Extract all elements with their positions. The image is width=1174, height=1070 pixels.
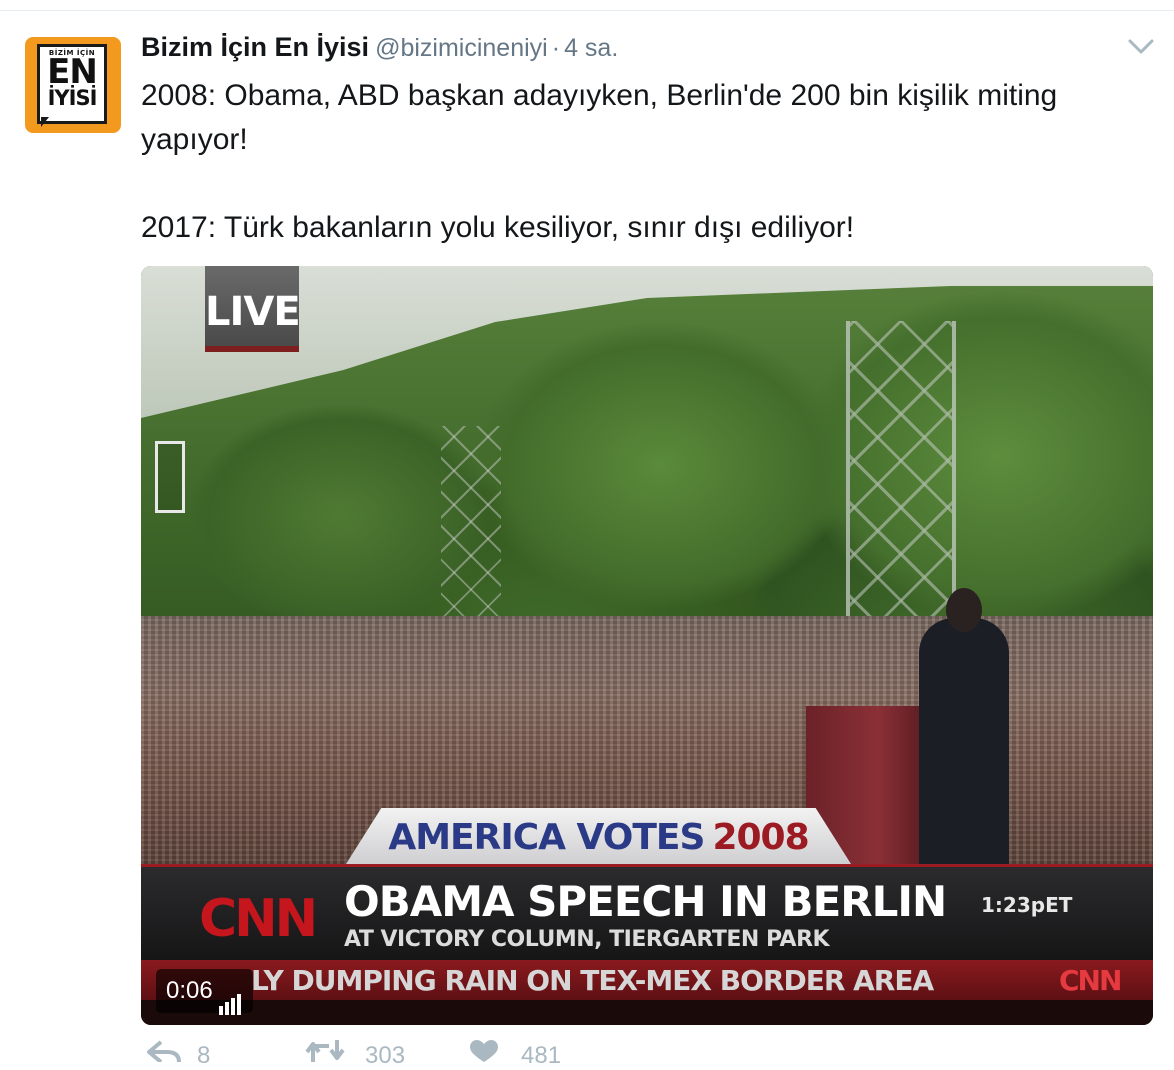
banner-text: AMERICA VOTES	[388, 817, 705, 858]
like-button[interactable]	[469, 1040, 499, 1062]
video-speaker-head	[946, 588, 982, 632]
tweet-text-line: 2017: Türk bakanların yolu kesiliyor, sı…	[141, 211, 855, 244]
tweet-header: Bizim İçin En İyisi @bizimicineniyi · 4 sa.	[141, 32, 618, 68]
video-bottom-band	[141, 1000, 1153, 1025]
heart-icon	[470, 1040, 498, 1062]
tweet-text-line: 2008: Obama, ABD başkan adayıyken, Berli…	[141, 79, 1058, 156]
header-separator: ·	[551, 34, 561, 62]
avatar-logo: BİZİM İÇİN EN İYİSİ	[37, 44, 107, 124]
reply-count: 8	[197, 1042, 211, 1069]
reply-icon	[147, 1040, 181, 1062]
user-name[interactable]: Bizim İçin En İyisi	[141, 32, 369, 62]
top-divider	[0, 10, 1174, 11]
retweet-count: 303	[365, 1042, 406, 1069]
video-scaffold-tower	[846, 321, 956, 641]
america-votes-banner: AMERICA VOTES 2008	[346, 808, 851, 864]
tweet-text: 2008: Obama, ABD başkan adayıyken, Berli…	[141, 74, 1151, 250]
cnn-logo: CNN	[199, 889, 318, 949]
avatar-logo-big-text: EN	[47, 52, 98, 92]
video-timer-text: 0:06	[166, 977, 213, 1004]
user-handle[interactable]: @bizimicineniyi	[375, 34, 548, 62]
avatar-speech-tail	[41, 117, 49, 127]
news-ticker: LY DUMPING RAIN ON TEX-MEX BORDER AREA C…	[141, 960, 1153, 1000]
ticker-cnn-logo: CNN	[1059, 964, 1122, 997]
video-player[interactable]: LIVE AMERICA VOTES 2008 CNN OBAMA SPEECH …	[141, 266, 1153, 1025]
tweet-actions: 8 303 481	[141, 1040, 641, 1069]
news-lower-third: CNN OBAMA SPEECH IN BERLIN AT VICTORY CO…	[141, 864, 1153, 963]
avatar[interactable]: BİZİM İÇİN EN İYİSİ	[25, 37, 121, 133]
retweet-button[interactable]	[305, 1040, 345, 1062]
news-clock: 1:23pET	[981, 893, 1073, 917]
retweet-icon	[305, 1040, 345, 1062]
chevron-down-icon[interactable]	[1128, 38, 1154, 56]
live-badge: LIVE	[205, 266, 301, 352]
news-headline: OBAMA SPEECH IN BERLIN	[344, 877, 947, 926]
video-timer: 0:06	[156, 969, 253, 1015]
reply-button[interactable]	[147, 1040, 181, 1062]
banner-year: 2008	[712, 817, 809, 858]
like-count: 481	[521, 1042, 562, 1069]
video-scaffold-left	[441, 426, 501, 626]
news-subheadline: AT VICTORY COLUMN, TIERGARTEN PARK	[344, 927, 830, 952]
video-speaker	[919, 618, 1009, 878]
ticker-text: LY DUMPING RAIN ON TEX-MEX BORDER AREA	[251, 964, 934, 997]
volume-bars-icon	[218, 971, 243, 1015]
avatar-logo-bottom-text: İYİSİ	[47, 86, 98, 110]
tweet-time[interactable]: 4 sa.	[564, 34, 618, 62]
video-side-sign	[155, 441, 185, 513]
